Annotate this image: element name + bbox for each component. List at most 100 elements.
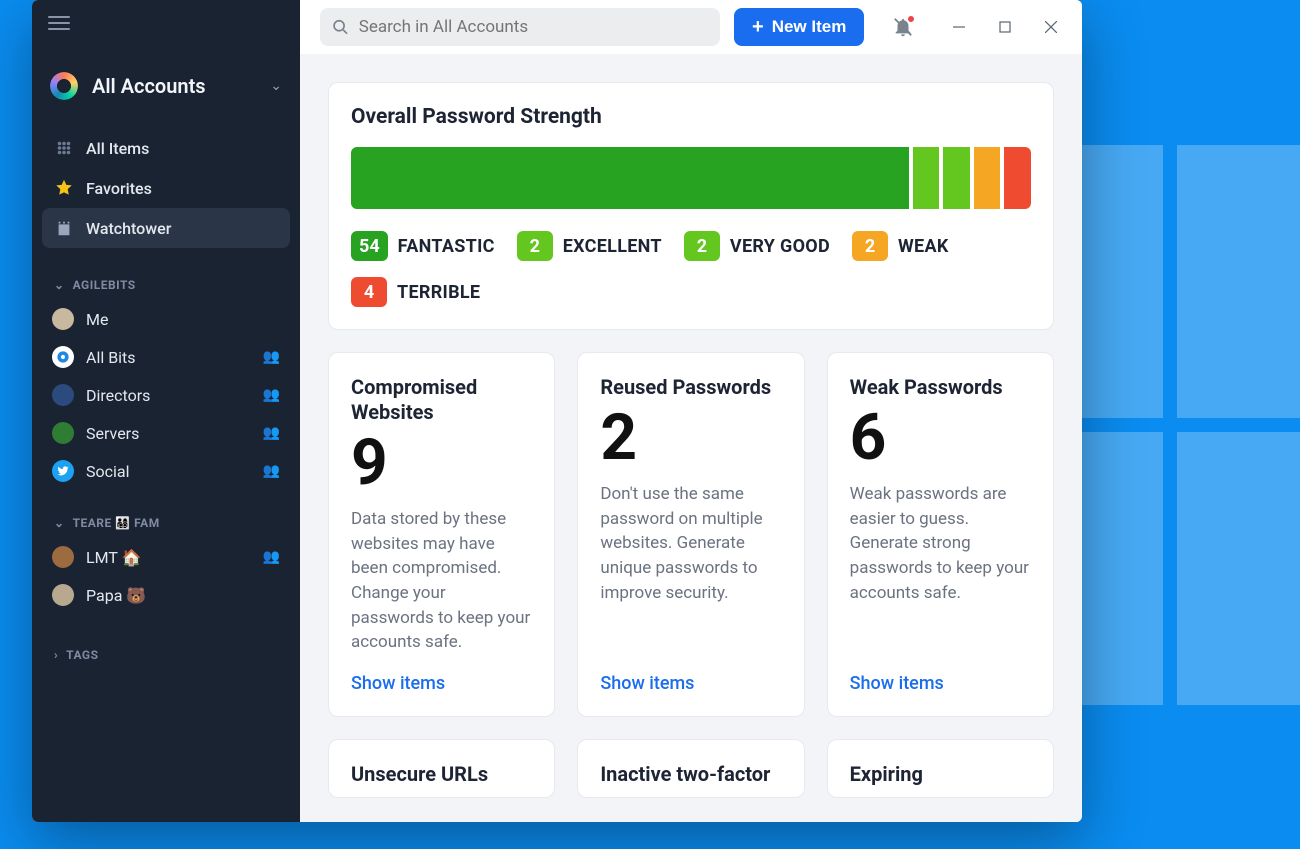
vault-item-social[interactable]: Social 👥 xyxy=(32,452,300,490)
star-icon xyxy=(54,178,74,198)
watchtower-tile: Inactive two-factor xyxy=(577,739,804,798)
content-scroll[interactable]: Overall Password Strength 54 FANTASTIC 2EX… xyxy=(300,54,1082,822)
chevron-down-icon: ⌄ xyxy=(54,516,65,530)
accounts-color-ring-icon xyxy=(50,72,78,100)
vault-item-directors[interactable]: Directors 👥 xyxy=(32,376,300,414)
vault-item-servers[interactable]: Servers 👥 xyxy=(32,414,300,452)
strength-segment xyxy=(913,147,940,209)
section-header-agilebits[interactable]: ⌄ AGILEBITS xyxy=(32,252,300,300)
legend-count-badge: 4 xyxy=(351,277,387,307)
avatar xyxy=(52,546,74,568)
avatar xyxy=(52,584,74,606)
vault-label: Social xyxy=(86,462,129,481)
avatar xyxy=(52,422,74,444)
vault-item-me[interactable]: Me xyxy=(32,300,300,338)
new-item-button[interactable]: + New Item xyxy=(734,8,864,46)
strength-segment xyxy=(943,147,970,209)
tile-title: Expiring xyxy=(850,762,1031,787)
legend-count-badge: 54 xyxy=(351,231,388,261)
avatar xyxy=(52,346,74,368)
watchtower-icon xyxy=(54,218,74,238)
section-title: AGILEBITS xyxy=(73,278,136,292)
window-maximize-button[interactable] xyxy=(982,7,1028,47)
nav-label: Watchtower xyxy=(86,219,171,238)
watchtower-tile: Reused Passwords 2 Don't use the same pass… xyxy=(577,352,804,717)
legend-item[interactable]: 2 WEAK xyxy=(852,231,949,261)
window-close-button[interactable] xyxy=(1028,7,1074,47)
watchtower-tile: Compromised Websites9Data stored by thes… xyxy=(328,352,555,717)
shared-icon: 👥 xyxy=(263,549,280,565)
section-title: TAGS xyxy=(66,648,98,662)
legend-label: VERY GOOD xyxy=(730,236,830,257)
vault-label: Me xyxy=(86,310,108,329)
legend-label: WEAK xyxy=(898,236,949,257)
vault-label: All Bits xyxy=(86,348,136,367)
nav-all-items[interactable]: All Items xyxy=(42,128,290,168)
chevron-right-icon: › xyxy=(54,648,58,662)
app-window: All Accounts ⌄ All Items Favorites Wa xyxy=(32,0,1082,822)
tile-count: 6 xyxy=(850,406,1031,470)
tile-title: Unsecure URLs xyxy=(351,762,532,787)
tile-show-items-link[interactable]: Show items xyxy=(600,673,781,694)
legend-count-badge: 2 xyxy=(684,231,720,261)
tile-count: 2 xyxy=(600,406,781,470)
window-minimize-button[interactable] xyxy=(936,7,982,47)
strength-title: Overall Password Strength xyxy=(351,105,1031,129)
shared-icon: 👥 xyxy=(263,425,280,441)
watchtower-tile: Unsecure URLs xyxy=(328,739,555,798)
avatar xyxy=(52,384,74,406)
account-selector[interactable]: All Accounts ⌄ xyxy=(32,44,300,120)
section-header-tags[interactable]: › TAGS xyxy=(32,614,300,670)
watchtower-tiles-grid: Compromised Websites9Data stored by thes… xyxy=(328,352,1054,717)
nav-label: Favorites xyxy=(86,179,152,198)
nav-favorites[interactable]: Favorites xyxy=(42,168,290,208)
legend-item[interactable]: 2EXCELLENT xyxy=(517,231,662,261)
legend-item[interactable]: 54 FANTASTIC xyxy=(351,231,495,261)
vault-item-papa[interactable]: Papa 🐻 xyxy=(32,576,300,614)
nav-watchtower[interactable]: Watchtower xyxy=(42,208,290,248)
hamburger-menu-icon[interactable] xyxy=(48,12,70,34)
topbar: + New Item xyxy=(300,0,1082,54)
strength-legend: 54FANTASTIC2EXCELLENT2VERY GOOD2WEAK4TER… xyxy=(351,231,1031,307)
vault-item-lmt[interactable]: LMT 🏠 👥 xyxy=(32,538,300,576)
tile-count: 9 xyxy=(351,431,532,495)
shared-icon: 👥 xyxy=(263,387,280,403)
legend-count-badge: 2 xyxy=(517,231,553,261)
legend-count-badge: 2 xyxy=(852,231,888,261)
new-item-label: New Item xyxy=(772,17,847,37)
grid-icon xyxy=(54,138,74,158)
search-input-wrapper[interactable] xyxy=(320,8,720,46)
tile-title: Inactive two-factor xyxy=(600,762,781,787)
tile-description: Don't use the same password on multiple … xyxy=(600,482,781,655)
notifications-button[interactable] xyxy=(892,16,914,38)
sidebar: All Accounts ⌄ All Items Favorites Wa xyxy=(32,0,300,822)
search-input[interactable] xyxy=(359,17,708,37)
tile-title: Reused Passwords xyxy=(600,375,781,400)
tile-description: Data stored by these websites may have b… xyxy=(351,507,532,655)
tile-show-items-link[interactable]: Show items xyxy=(351,673,532,694)
nav-label: All Items xyxy=(86,139,149,158)
legend-item[interactable]: 4 TERRIBLE xyxy=(351,277,480,307)
legend-label: FANTASTIC xyxy=(398,236,495,257)
tile-show-items-link[interactable]: Show items xyxy=(850,673,1031,694)
primary-nav: All Items Favorites Watchtower xyxy=(32,120,300,252)
chevron-down-icon: ⌄ xyxy=(54,278,65,292)
avatar xyxy=(52,308,74,330)
tile-title: Weak Passwords xyxy=(850,375,1031,400)
legend-item[interactable]: 2 VERY GOOD xyxy=(684,231,830,261)
section-header-teare-fam[interactable]: ⌄ TEARE 👨‍👩‍👧‍👦 FAM xyxy=(32,490,300,538)
strength-card: Overall Password Strength 54 FANTASTIC 2EX… xyxy=(328,82,1054,330)
minimize-icon xyxy=(953,21,965,33)
account-selector-label: All Accounts xyxy=(92,74,256,98)
vault-item-all-bits[interactable]: All Bits 👥 xyxy=(32,338,300,376)
maximize-icon xyxy=(999,21,1011,33)
search-icon xyxy=(332,18,349,36)
main-panel: + New Item Overall Passwor xyxy=(300,0,1082,822)
watchtower-tiles-grid-row2: Unsecure URLs Inactive two-factor Expiring xyxy=(328,739,1054,798)
shared-icon: 👥 xyxy=(263,463,280,479)
vault-label: Papa 🐻 xyxy=(86,586,146,605)
chevron-down-icon: ⌄ xyxy=(270,78,282,94)
section-title: TEARE 👨‍👩‍👧‍👦 FAM xyxy=(73,516,160,530)
vault-label: Servers xyxy=(86,424,139,443)
legend-label: TERRIBLE xyxy=(397,282,480,303)
